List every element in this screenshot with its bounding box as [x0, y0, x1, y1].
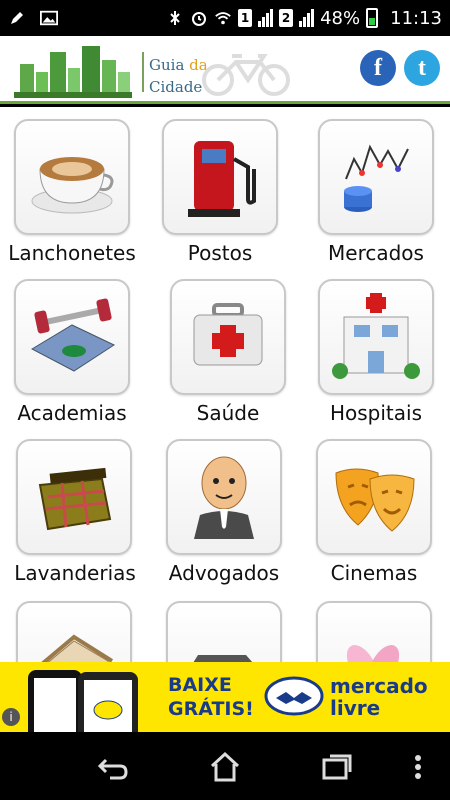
edit-notification-icon: [8, 9, 26, 27]
app-header: Guia da Cidade f t: [0, 36, 450, 104]
ad-headline-1: BAIXE: [168, 674, 232, 696]
sim2-badge: 2: [279, 9, 294, 27]
theater-masks-icon: [335, 468, 415, 532]
category-label: Advogados: [168, 561, 280, 585]
home-icon[interactable]: [208, 750, 242, 784]
battery-percent: 48%: [320, 7, 361, 29]
category-tile-lanchonetes[interactable]: [14, 119, 130, 235]
market-chart-icon: [344, 144, 409, 212]
gas-pump-icon: [188, 141, 256, 217]
hospital-icon: [332, 293, 420, 379]
ad-banner[interactable]: i BAIXE GRÁTIS! mercado livre: [0, 662, 450, 732]
category-label: Cinemas: [330, 561, 418, 585]
status-bar: 1 2 48% 11:13: [0, 0, 450, 36]
house-icon: [41, 634, 114, 662]
category-tile-house[interactable]: [16, 601, 132, 662]
recent-apps-icon[interactable]: [320, 750, 354, 784]
handshake-logo-icon: [264, 676, 324, 716]
category-label: Postos: [187, 241, 253, 265]
signal2-icon: [299, 9, 315, 27]
category-label: Mercados: [328, 241, 424, 265]
category-label: Lanchonetes: [8, 241, 136, 265]
phone-illustration-icon: [28, 670, 138, 732]
laundry-basket-icon: [38, 467, 112, 531]
system-nav-bar: [0, 732, 450, 800]
category-label: Saúde: [196, 401, 260, 425]
ad-brand-line2: livre: [330, 696, 381, 720]
gym-equipment-icon: [30, 298, 116, 372]
sim1-badge: 1: [238, 9, 253, 27]
category-label: Academias: [17, 401, 127, 425]
signal1-icon: [258, 9, 274, 27]
first-aid-kit-icon: [193, 303, 263, 366]
category-tile-mercados[interactable]: [318, 119, 434, 235]
ad-headline-2: GRÁTIS!: [168, 698, 254, 720]
overflow-menu-icon[interactable]: [410, 750, 426, 784]
logo-text-line2: Cidade: [149, 78, 203, 96]
facebook-button[interactable]: f: [360, 50, 396, 86]
category-label: Lavanderias: [14, 561, 136, 585]
ad-info-icon[interactable]: i: [2, 708, 20, 726]
logo-separator: [142, 52, 144, 92]
clock: 11:13: [390, 7, 442, 29]
ad-brand-line1: mercado: [330, 674, 428, 698]
category-tile-advogados[interactable]: [166, 439, 282, 555]
category-tile-cinemas[interactable]: [316, 439, 432, 555]
car-icon: [193, 655, 253, 662]
coffee-cup-icon: [31, 157, 114, 214]
category-tile-hospitais[interactable]: [318, 279, 434, 395]
category-tile-postos[interactable]: [162, 119, 278, 235]
category-tile-car[interactable]: [166, 601, 282, 662]
alarm-icon: [190, 9, 208, 27]
lawyer-icon: [194, 456, 254, 539]
category-tile-lavanderias[interactable]: [16, 439, 132, 555]
category-tile-flower[interactable]: [316, 601, 432, 662]
category-grid: Lanchonetes Postos Mercados Academias Sa…: [0, 107, 450, 662]
bluetooth-off-icon: [166, 9, 184, 27]
city-skyline-icon: [14, 46, 132, 98]
wifi-icon: [214, 9, 232, 27]
category-tile-saude[interactable]: [170, 279, 286, 395]
category-tile-academias[interactable]: [14, 279, 130, 395]
category-label: Hospitais: [329, 401, 423, 425]
app-logo: Guia da Cidade: [14, 42, 314, 98]
flower-icon: [346, 645, 400, 662]
twitter-button[interactable]: t: [404, 50, 440, 86]
bicycle-icon: [202, 54, 290, 96]
battery-icon: [366, 8, 379, 28]
back-icon[interactable]: [96, 750, 130, 784]
image-notification-icon: [40, 9, 58, 27]
